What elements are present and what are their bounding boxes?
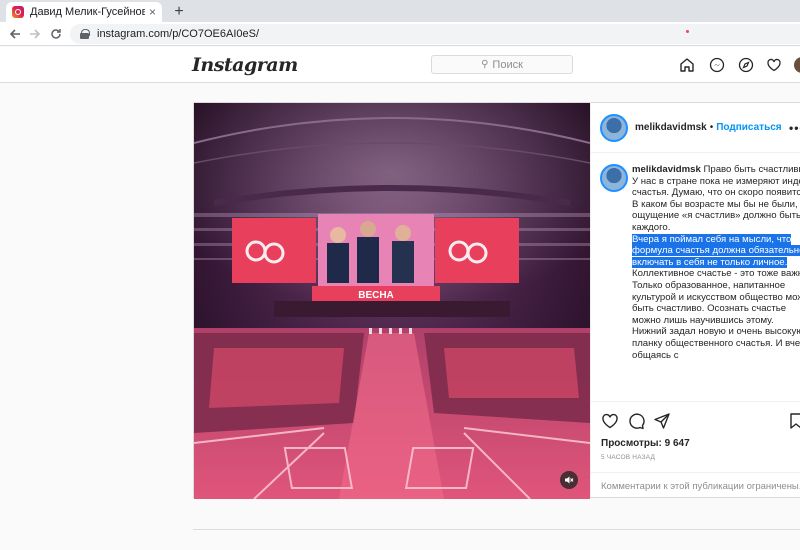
author-avatar[interactable] — [600, 113, 628, 142]
caption-text: melikdavidmsk Право быть счастливым. У н… — [632, 164, 800, 361]
tab-title: Давид Мелик-Гусейнов в Instag — [30, 6, 145, 18]
messenger-icon[interactable] — [707, 55, 727, 75]
author-username[interactable]: melikdavidmsk — [635, 122, 707, 133]
forward-arrow-icon[interactable] — [26, 25, 44, 43]
search-input[interactable]: ⚲ Поиск — [431, 55, 573, 74]
more-options-icon[interactable]: ••• — [789, 121, 800, 135]
speaker-muted-icon — [565, 476, 574, 484]
stage-banner-text: ВЕСНА — [358, 290, 394, 301]
explore-compass-icon[interactable] — [736, 55, 756, 75]
url-text: instagram.com/p/CO7OE6AI0eS/ — [97, 28, 260, 40]
post-actions: Просмотры: 9 647 5 ЧАСОВ НАЗАД Комментар… — [591, 401, 800, 499]
caption-highlighted-selection: Вчера я поймал себя на мысли, что формул… — [632, 233, 800, 268]
post-card: ВЕСНА melikdavidmsk • Подписаться •• mel… — [193, 102, 800, 499]
post-timestamp[interactable]: 5 ЧАСОВ НАЗАД — [601, 454, 655, 461]
address-bar[interactable]: instagram.com/p/CO7OE6AI0eS/ — [70, 24, 800, 44]
new-tab-button[interactable]: + — [170, 3, 188, 21]
browser-tabstrip: Давид Мелик-Гусейнов в Instag × + — [0, 0, 800, 22]
separator-dot: • — [709, 122, 714, 133]
share-send-icon[interactable] — [653, 412, 671, 430]
lock-icon — [80, 29, 90, 39]
search-icon: ⚲ — [481, 59, 489, 70]
comments-restricted-note: Комментарии к этой публикации ограничены… — [591, 472, 800, 500]
comment-icon[interactable] — [627, 412, 645, 430]
profile-avatar[interactable] — [794, 57, 800, 73]
notification-dot — [686, 30, 689, 33]
like-heart-icon[interactable] — [601, 412, 619, 430]
post-header: melikdavidmsk • Подписаться ••• — [591, 103, 800, 153]
follow-button[interactable]: Подписаться — [716, 122, 781, 133]
back-arrow-icon[interactable] — [6, 25, 24, 43]
instagram-logo[interactable]: Instagram — [192, 54, 298, 76]
tab-close-icon[interactable]: × — [149, 5, 156, 19]
reload-icon[interactable] — [47, 25, 65, 43]
post-video[interactable]: ВЕСНА — [194, 103, 590, 499]
browser-tab[interactable]: Давид Мелик-Гусейнов в Instag × — [6, 2, 162, 22]
activity-heart-icon[interactable] — [764, 55, 784, 75]
views-count[interactable]: Просмотры: 9 647 — [601, 438, 690, 449]
instagram-header: Instagram ⚲ Поиск — [0, 47, 800, 83]
caption-author-avatar[interactable] — [600, 164, 628, 192]
mute-button[interactable] — [560, 471, 578, 489]
search-placeholder: Поиск — [492, 58, 523, 71]
caption-area: melikdavidmsk Право быть счастливым. У н… — [591, 154, 800, 400]
post-sidebar: melikdavidmsk • Подписаться ••• melikdav… — [590, 103, 800, 499]
save-bookmark-icon[interactable] — [787, 412, 800, 430]
caption-username[interactable]: melikdavidmsk — [632, 164, 701, 175]
browser-toolbar: instagram.com/p/CO7OE6AI0eS/ — [0, 22, 800, 46]
home-icon[interactable] — [677, 55, 697, 75]
arena-scene-illustration: ВЕСНА — [194, 103, 590, 499]
caption-part-2: Коллективное счастье - это тоже важно. Т… — [632, 268, 800, 361]
divider — [193, 529, 800, 530]
instagram-favicon-icon — [12, 6, 24, 18]
